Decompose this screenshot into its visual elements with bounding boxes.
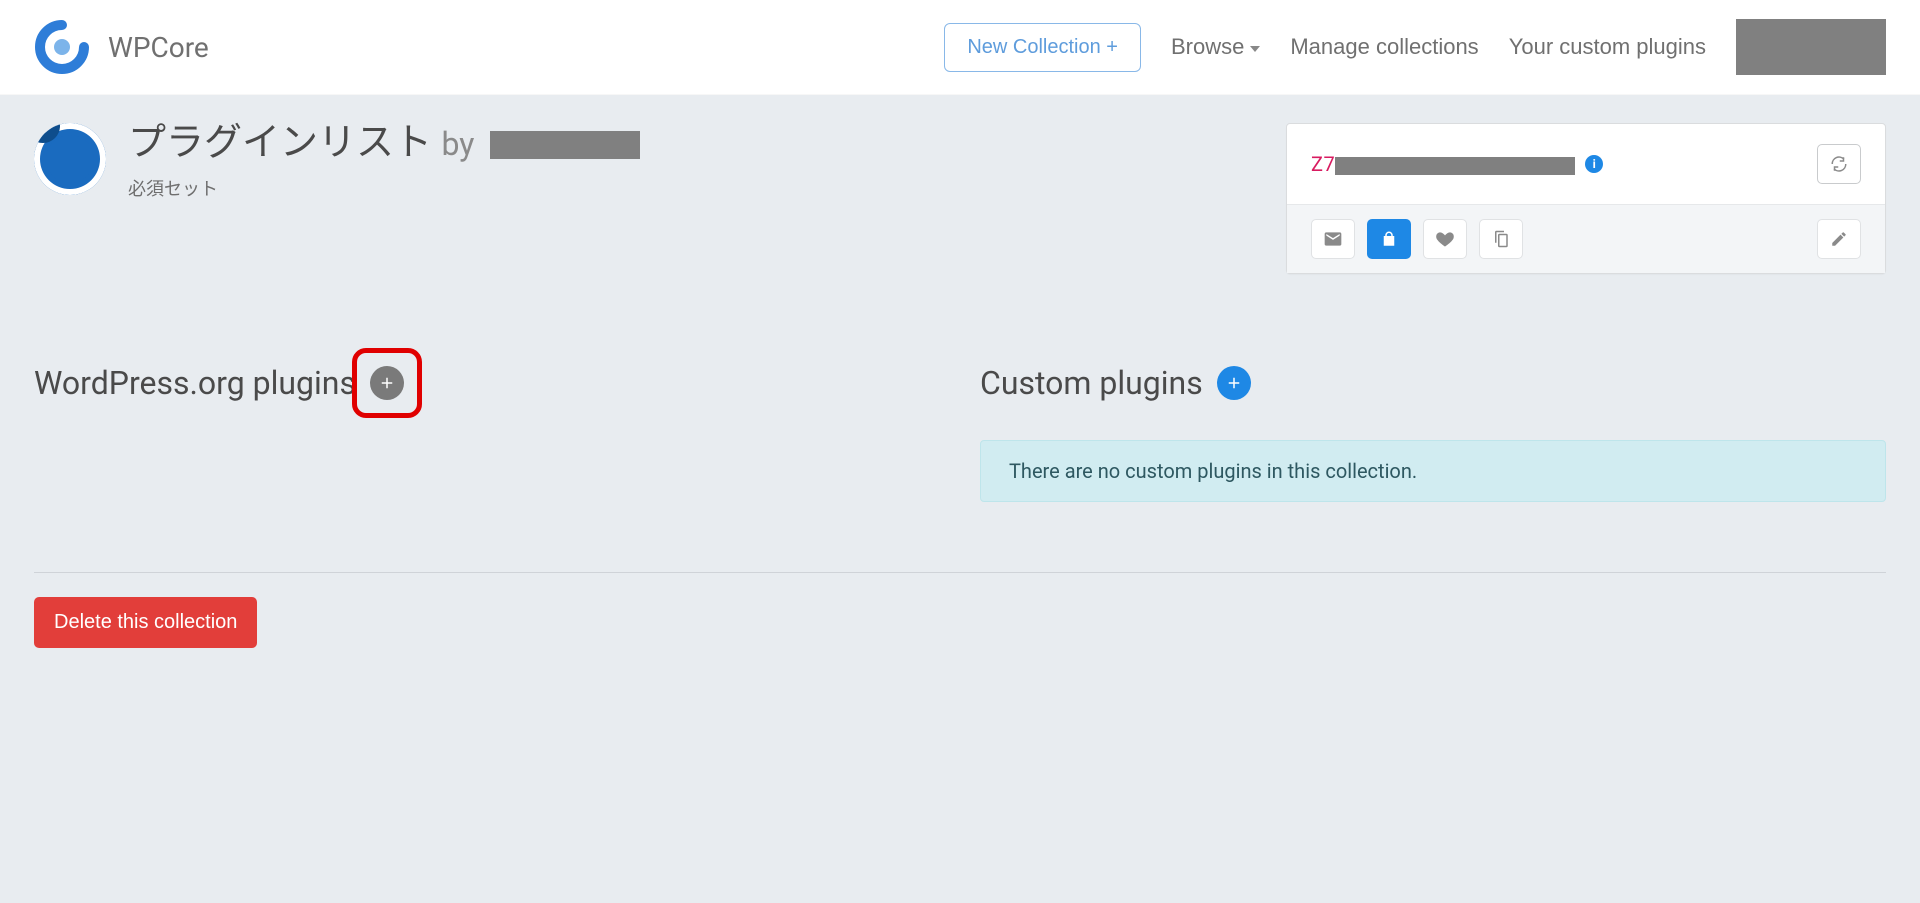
refresh-icon [1830, 155, 1848, 173]
custom-plugins-section: Custom plugins There are no custom plugi… [980, 364, 1886, 502]
browse-label: Browse [1171, 34, 1244, 60]
pencil-icon [1830, 230, 1848, 248]
collection-title: プラグインリスト by [128, 123, 640, 165]
info-icon[interactable]: i [1585, 155, 1603, 173]
author-name[interactable] [490, 131, 640, 159]
email-button[interactable] [1311, 219, 1355, 259]
plus-icon [1225, 374, 1243, 392]
favorite-button[interactable] [1423, 219, 1467, 259]
plus-icon [378, 374, 396, 392]
brand[interactable]: WPCore [34, 19, 209, 75]
manage-collections-link[interactable]: Manage collections [1290, 34, 1478, 60]
page-content: プラグインリスト by 必須セット Z7 i [0, 95, 1920, 903]
divider [34, 572, 1886, 573]
wporg-plugins-title: WordPress.org plugins [34, 364, 356, 402]
edit-button[interactable] [1817, 219, 1861, 259]
refresh-key-button[interactable] [1817, 144, 1861, 184]
custom-plugins-empty: There are no custom plugins in this coll… [980, 440, 1886, 502]
custom-plugins-title: Custom plugins [980, 364, 1203, 402]
custom-plugins-label: Your custom plugins [1509, 34, 1706, 60]
new-collection-label: New Collection + [967, 36, 1118, 59]
logo-icon [34, 19, 90, 75]
copy-button[interactable] [1479, 219, 1523, 259]
collection-key-hidden [1335, 157, 1575, 175]
chevron-down-icon [1250, 46, 1260, 52]
delete-collection-label: Delete this collection [54, 611, 237, 633]
add-custom-plugin-button[interactable] [1217, 366, 1251, 400]
collection-header: プラグインリスト by 必須セット [34, 123, 1246, 201]
brand-name: WPCore [108, 31, 209, 64]
top-nav: WPCore New Collection + Browse Manage co… [0, 0, 1920, 95]
nav-links: New Collection + Browse Manage collectio… [944, 19, 1886, 75]
new-collection-button[interactable]: New Collection + [944, 23, 1141, 72]
collection-key-panel: Z7 i [1286, 123, 1886, 274]
delete-collection-button[interactable]: Delete this collection [34, 597, 257, 648]
copy-icon [1492, 230, 1510, 248]
avatar [34, 123, 106, 195]
email-icon [1323, 229, 1343, 249]
collection-key-prefix: Z7 [1311, 152, 1335, 176]
by-label: by [441, 125, 474, 163]
collection-title-text: プラグインリスト [128, 121, 432, 165]
privacy-button[interactable] [1367, 219, 1411, 259]
user-menu[interactable] [1736, 19, 1886, 75]
collection-key: Z7 i [1311, 152, 1603, 176]
add-wporg-plugin-button[interactable] [370, 366, 404, 400]
browse-dropdown[interactable]: Browse [1171, 34, 1260, 60]
custom-plugins-link[interactable]: Your custom plugins [1509, 34, 1706, 60]
wporg-plugins-section: WordPress.org plugins [34, 364, 940, 502]
manage-collections-label: Manage collections [1290, 34, 1478, 60]
lock-icon [1380, 230, 1398, 248]
heart-icon [1435, 229, 1455, 249]
collection-subtitle: 必須セット [128, 175, 640, 201]
